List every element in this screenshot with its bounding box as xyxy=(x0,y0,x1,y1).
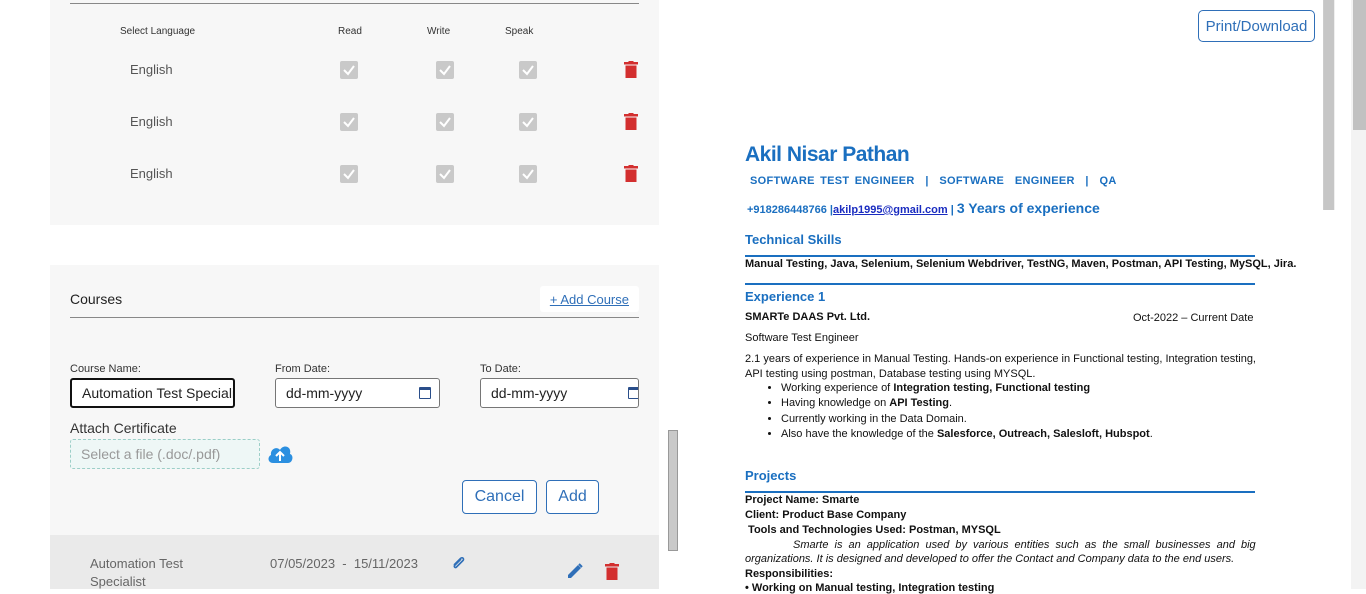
experience-summary-line: API testing using postman, Database test… xyxy=(745,368,1036,380)
languages-card: Select Language Read Write Speak English… xyxy=(50,0,659,225)
course-entry-name: Automation Test xyxy=(90,556,183,571)
edit-icon[interactable] xyxy=(566,562,584,580)
editor-pane: Select Language Read Write Speak English… xyxy=(0,0,680,589)
experience-summary-line: 2.1 years of experience in Manual Testin… xyxy=(745,353,1256,365)
read-checkbox[interactable] xyxy=(340,113,358,131)
cancel-button[interactable]: Cancel xyxy=(462,480,537,514)
speak-header: Speak xyxy=(505,26,534,37)
course-entry-dates: 07/05/2023 - 15/11/2023 xyxy=(270,556,418,571)
course-name-value: Automation Test Speciali xyxy=(82,385,235,401)
course-entry-name-2: Specialist xyxy=(90,574,146,589)
language-name: English xyxy=(130,166,173,181)
phone: +918286448766 | xyxy=(747,204,833,216)
page-scrollbar[interactable] xyxy=(1351,0,1366,589)
from-date-label: From Date: xyxy=(275,363,331,375)
write-header: Write xyxy=(427,26,451,37)
course-name-input[interactable]: Automation Test Speciali xyxy=(70,378,235,408)
divider xyxy=(70,317,639,318)
add-course-link[interactable]: + Add Course xyxy=(539,286,639,312)
write-checkbox[interactable] xyxy=(436,113,454,131)
divider xyxy=(745,255,1255,257)
read-checkbox[interactable] xyxy=(340,165,358,183)
list-item: Working experience of Integration testin… xyxy=(781,382,1153,397)
divider xyxy=(745,491,1255,493)
courses-title: Courses xyxy=(70,291,123,307)
language-name: English xyxy=(130,114,173,129)
write-checkbox[interactable] xyxy=(436,61,454,79)
project-name: Project Name: Smarte xyxy=(745,494,860,506)
attach-certificate-label: Attach Certificate xyxy=(70,420,177,436)
from-date-input[interactable]: dd-mm-yyyy xyxy=(275,378,440,408)
calendar-icon[interactable] xyxy=(419,387,431,399)
job-title: Software Test Engineer xyxy=(745,332,859,344)
course-name-label: Course Name: xyxy=(70,363,141,375)
calendar-icon[interactable] xyxy=(628,387,638,399)
projects-heading: Projects xyxy=(745,468,797,483)
delete-icon[interactable] xyxy=(605,563,619,580)
candidate-name: Akil Nisar Pathan xyxy=(745,143,910,166)
contact-line: +918286448766 |akilp1995@gmail.com | 3 Y… xyxy=(747,200,1100,216)
courses-card: Courses + Add Course Course Name: Automa… xyxy=(50,265,659,589)
write-checkbox[interactable] xyxy=(436,165,454,183)
add-button[interactable]: Add xyxy=(546,480,599,514)
to-date-value: dd-mm-yyyy xyxy=(491,385,568,401)
speak-checkbox[interactable] xyxy=(519,113,537,131)
experience-bullets: Working experience of Integration testin… xyxy=(781,382,1153,443)
delete-icon[interactable] xyxy=(624,113,638,130)
from-date-value: dd-mm-yyyy xyxy=(286,385,363,401)
list-item: Having knowledge on API Testing. xyxy=(781,397,1153,412)
divider xyxy=(745,283,1255,285)
print-download-button[interactable]: Print/Download xyxy=(1198,10,1315,42)
attachment-icon[interactable] xyxy=(450,555,466,571)
responsibility-item: • Working on Manual testing, Integration… xyxy=(745,582,995,594)
language-name: English xyxy=(130,62,173,77)
speak-checkbox[interactable] xyxy=(519,61,537,79)
preview-scroll-thumb[interactable] xyxy=(1324,0,1334,210)
speak-checkbox[interactable] xyxy=(519,165,537,183)
file-placeholder: Select a file (.doc/.pdf) xyxy=(81,446,221,462)
employment-period: Oct-2022 – Current Date xyxy=(1133,312,1254,324)
project-client: Client: Product Base Company xyxy=(745,509,907,521)
page-scroll-thumb[interactable] xyxy=(1353,0,1366,130)
project-description-line: organizations. It is designed and develo… xyxy=(745,553,1235,565)
resume-preview: Print/Download Akil Nisar Pathan SOFTWAR… xyxy=(680,0,1366,594)
read-checkbox[interactable] xyxy=(340,61,358,79)
responsibilities-heading: Responsibilities: xyxy=(745,568,834,580)
email-link[interactable]: akilp1995@gmail.com xyxy=(833,204,948,216)
separator: | xyxy=(947,204,957,216)
divider xyxy=(70,3,639,4)
skills-heading: Technical Skills xyxy=(745,232,842,247)
cloud-upload-icon[interactable] xyxy=(266,441,294,467)
read-header: Read xyxy=(338,26,362,37)
candidate-roles: SOFTWARE TEST ENGINEER | SOFTWARE ENGINE… xyxy=(750,175,1117,187)
delete-icon[interactable] xyxy=(624,61,638,78)
list-item: Also have the knowledge of the Salesforc… xyxy=(781,428,1153,443)
skills-list: Manual Testing, Java, Selenium, Selenium… xyxy=(745,258,1297,270)
select-language-header: Select Language xyxy=(120,26,196,37)
to-date-input[interactable]: dd-mm-yyyy xyxy=(480,378,639,408)
project-tools: Tools and Technologies Used: Postman, MY… xyxy=(745,524,1001,536)
editor-scrollbar[interactable] xyxy=(668,430,678,551)
company-name: SMARTe DAAS Pvt. Ltd. xyxy=(745,311,871,323)
project-description-line: Smarte is an application used by various… xyxy=(793,539,1256,551)
list-item: Currently working in the Data Domain. xyxy=(781,413,1153,428)
experience-summary: 3 Years of experience xyxy=(956,200,1100,216)
to-date-label: To Date: xyxy=(480,363,521,375)
delete-icon[interactable] xyxy=(624,165,638,182)
preview-scrollbar[interactable] xyxy=(1323,0,1335,210)
file-select-input[interactable]: Select a file (.doc/.pdf) xyxy=(70,439,260,469)
experience-heading: Experience 1 xyxy=(745,289,826,304)
